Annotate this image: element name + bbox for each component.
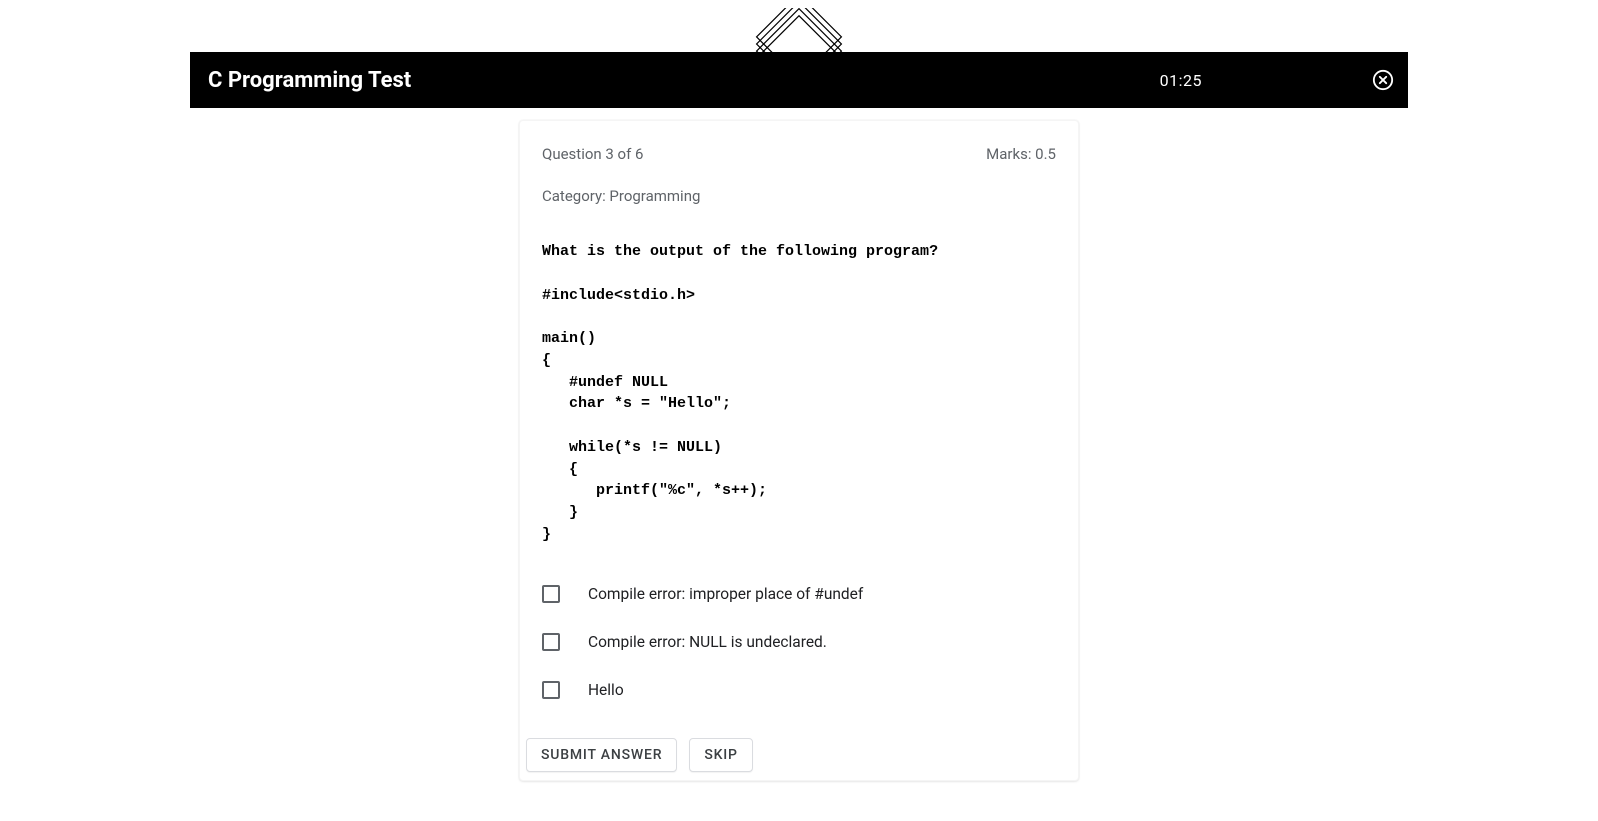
submit-answer-button[interactable]: Submit Answer — [526, 738, 677, 772]
option-label: Compile error: NULL is undeclared. — [588, 633, 827, 651]
question-category: Category: Programming — [542, 187, 1056, 205]
option-label: Hello — [588, 681, 624, 699]
answer-option[interactable]: Compile error: improper place of #undef — [542, 570, 1056, 618]
option-label: Compile error: improper place of #undef — [588, 585, 863, 603]
card-footer: Submit Answer Skip — [520, 728, 1078, 780]
test-title: C Programming Test — [190, 68, 1160, 93]
checkbox-icon[interactable] — [542, 681, 560, 699]
answer-option[interactable]: Compile error: NULL is undeclared. — [542, 618, 1056, 666]
timer: 01:25 — [1160, 71, 1202, 90]
question-progress: Question 3 of 6 — [542, 145, 643, 163]
close-icon[interactable] — [1372, 69, 1394, 91]
question-marks: Marks: 0.5 — [986, 145, 1056, 163]
question-card: Question 3 of 6 Marks: 0.5 Category: Pro… — [519, 120, 1079, 781]
skip-button[interactable]: Skip — [689, 738, 752, 772]
test-header: C Programming Test 01:25 — [190, 52, 1408, 108]
answer-options: Compile error: improper place of #undef … — [542, 570, 1056, 714]
answer-option[interactable]: Hello — [542, 666, 1056, 714]
checkbox-icon[interactable] — [542, 585, 560, 603]
checkbox-icon[interactable] — [542, 633, 560, 651]
question-text: What is the output of the following prog… — [542, 241, 1056, 546]
